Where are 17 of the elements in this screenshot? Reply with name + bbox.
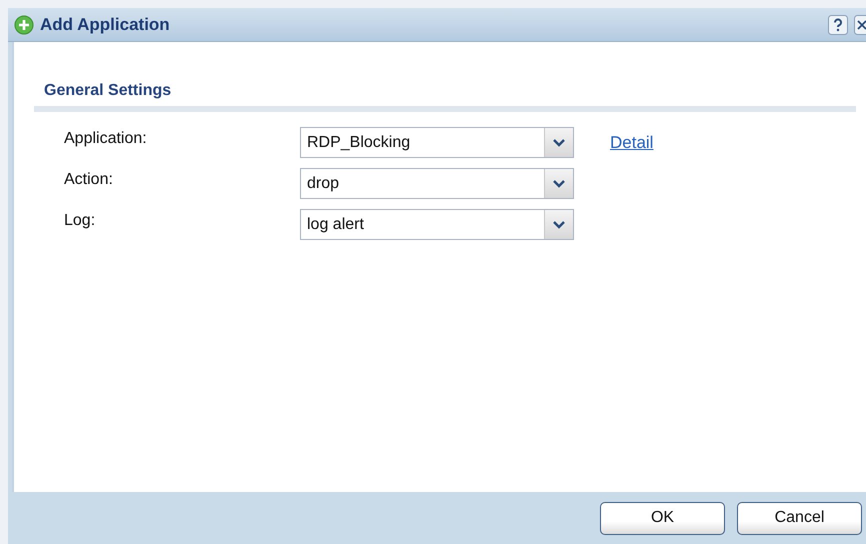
close-icon[interactable]	[854, 14, 866, 34]
detail-link[interactable]: Detail	[610, 132, 654, 152]
section-heading: General Settings	[34, 82, 856, 112]
dialog-button[interactable]: Cancel	[737, 502, 862, 534]
chevron-icon	[553, 138, 565, 146]
dropdown-field[interactable]: log alert	[300, 209, 574, 240]
dropdown-field[interactable]: drop	[300, 168, 574, 199]
dropdown-field[interactable]: RDP_Blocking	[300, 127, 574, 158]
add-icon	[14, 14, 34, 34]
help-icon[interactable]	[828, 14, 848, 34]
dialog-button[interactable]: OK	[600, 502, 725, 534]
field-label: Application:	[64, 130, 148, 148]
field-label: Action:	[64, 170, 114, 188]
window-title: Add Application	[40, 14, 170, 34]
chevron-icon	[553, 220, 565, 228]
chevron-icon	[553, 180, 565, 188]
field-label: Log:	[64, 212, 96, 230]
